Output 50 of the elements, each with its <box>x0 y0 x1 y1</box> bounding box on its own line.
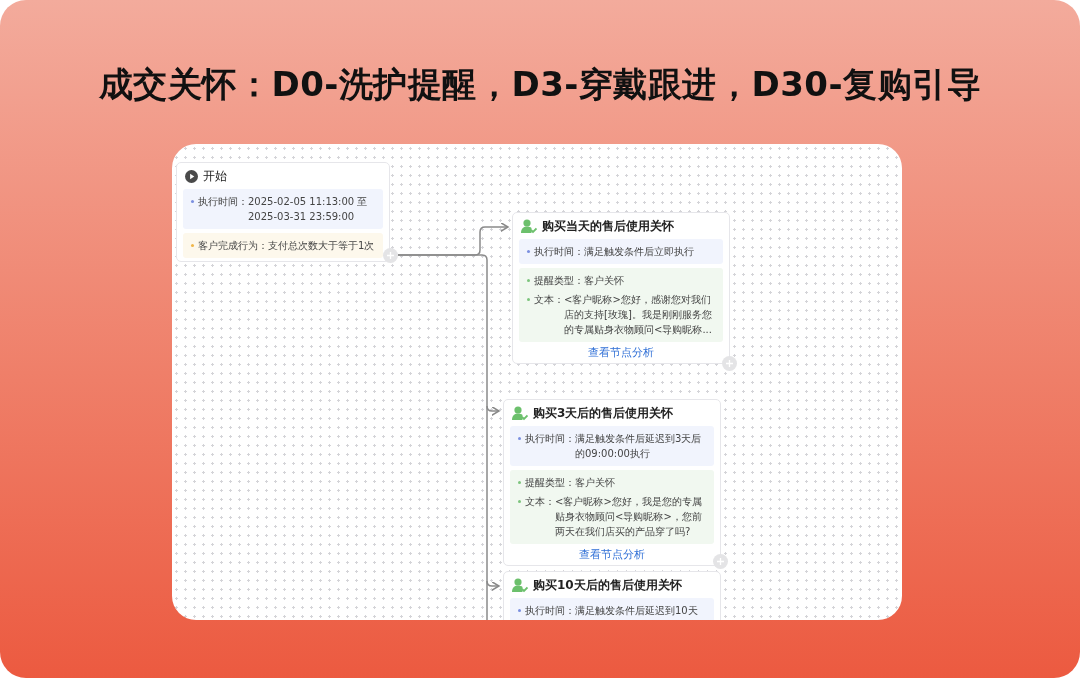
node-title: 开始 <box>203 168 227 185</box>
field-value: 满足触发条件后延迟到3天后的09:00:00执行 <box>575 432 703 461</box>
node-title: 购买10天后的售后使用关怀 <box>533 577 682 594</box>
play-icon <box>185 170 198 183</box>
field-value: 客户关怀 <box>584 274 624 288</box>
field-label: 执行时间： <box>525 604 575 618</box>
field-label: 执行时间： <box>525 432 575 446</box>
node-analysis-link[interactable]: 查看节点分析 <box>579 548 645 562</box>
field-value: 支付总次数大于等于1次 <box>268 239 375 253</box>
start-node[interactable]: 开始 执行时间：2025-02-05 11:13:00 至 2025-03-31 23:59:00 客户完成行为：支付总次数大于等于1次 <box>176 162 390 262</box>
bullet-dot-icon <box>527 279 530 282</box>
field-value: 满足触发条件后立即执行 <box>584 245 694 259</box>
bullet-dot-icon <box>518 481 521 484</box>
field-label: 执行时间： <box>198 195 248 209</box>
user-check-icon <box>512 406 528 421</box>
connector-arrow <box>486 580 500 592</box>
field-value: 满足触发条件后延迟到10天 <box>575 604 698 618</box>
add-node-button[interactable] <box>713 554 728 569</box>
plus-icon <box>725 359 734 368</box>
user-check-icon <box>521 219 537 234</box>
add-node-button[interactable] <box>383 248 398 263</box>
field-label: 文本： <box>525 495 555 509</box>
node-title: 购买3天后的售后使用关怀 <box>533 405 674 422</box>
bullet-dot-icon <box>518 437 521 440</box>
slide-title: 成交关怀：D0-洗护提醒，D3-穿戴跟进，D30-复购引导 <box>98 63 982 106</box>
bullet-dot-icon <box>191 244 194 247</box>
flow-node[interactable]: 购买当天的售后使用关怀 执行时间：满足触发条件后立即执行 提醒类型：客户关怀 文本：<客户昵称>您好，感谢您对我们店的支持[玫瑰]。我是刚刚服务您的专属贴身衣物顾问<导购昵称... 查看节点分析 <box>512 212 730 364</box>
field-label: 提醒类型： <box>525 476 575 490</box>
plus-icon <box>716 557 725 566</box>
bullet-dot-icon <box>527 298 530 301</box>
field-value: <客户昵称>您好，感谢您对我们店的支持[玫瑰]。我是刚刚服务您的专属贴身衣物顾问<导购昵称... <box>564 293 713 337</box>
field-label: 文本： <box>534 293 564 307</box>
connector-arrow <box>486 405 500 417</box>
bullet-dot-icon <box>527 250 530 253</box>
field-label: 执行时间： <box>534 245 584 259</box>
user-check-icon <box>512 578 528 593</box>
field-label: 客户完成行为： <box>198 239 268 253</box>
flow-node[interactable]: 购买10天后的售后使用关怀 执行时间：满足触发条件后延迟到10天 <box>503 571 721 620</box>
add-node-button[interactable] <box>722 356 737 371</box>
bullet-dot-icon <box>191 200 194 203</box>
flow-node[interactable]: 购买3天后的售后使用关怀 执行时间：满足触发条件后延迟到3天后的09:00:00执行 提醒类型：客户关怀 文本：<客户昵称>您好，我是您的专属贴身衣物顾问<导购昵称>，您前两天在我们店买的产品穿了吗? 查看节点分析 <box>503 399 721 566</box>
field-label: 提醒类型： <box>534 274 584 288</box>
plus-icon <box>386 251 395 260</box>
field-value: 2025-02-05 11:13:00 至 2025-03-31 23:59:00 <box>248 195 369 224</box>
node-title: 购买当天的售后使用关怀 <box>542 218 674 235</box>
node-analysis-link[interactable]: 查看节点分析 <box>588 346 654 360</box>
field-value: <客户昵称>您好，我是您的专属贴身衣物顾问<导购昵称>，您前两天在我们店买的产品穿了吗? <box>555 495 703 539</box>
bullet-dot-icon <box>518 500 521 503</box>
field-value: 客户关怀 <box>575 476 615 490</box>
bullet-dot-icon <box>518 609 521 612</box>
